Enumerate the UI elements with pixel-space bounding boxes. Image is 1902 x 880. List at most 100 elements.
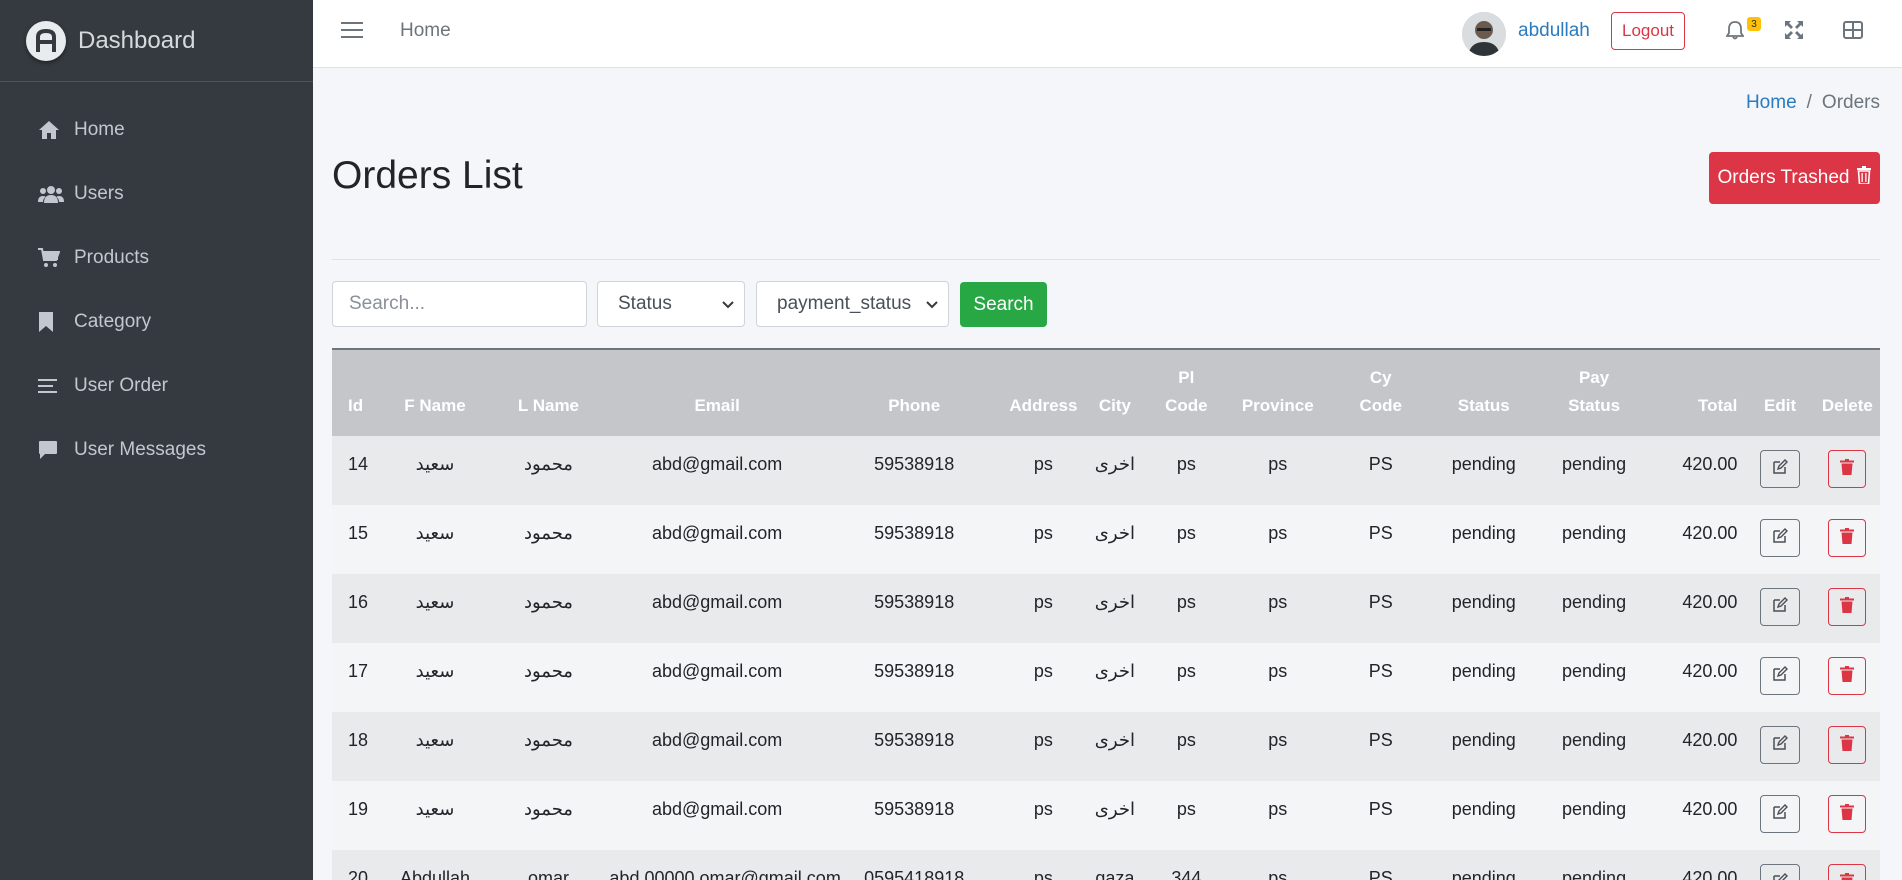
table-cell: محمود — [523, 454, 573, 474]
brand[interactable]: Dashboard — [0, 0, 313, 82]
table-cell: pending — [1562, 592, 1627, 612]
table-cell: 59538918 — [874, 454, 955, 474]
table-cell: محمود — [523, 523, 573, 543]
table-row: 18 سعيد محمود abd@gmail.com 59538918 ps اخرى ps… — [332, 712, 1880, 781]
edit-button[interactable] — [1760, 588, 1801, 626]
edit-button[interactable] — [1760, 795, 1801, 833]
table-cell: ps — [1033, 730, 1053, 750]
delete-button[interactable] — [1828, 795, 1867, 833]
edit-cell — [1745, 712, 1814, 781]
table-header-row: Id F Name L Name Email Phone Address Cit… — [332, 350, 1880, 436]
col-header[interactable]: Pl Code — [1146, 350, 1226, 436]
table-cell: محمود — [523, 592, 573, 612]
breadcrumb: Home / Orders — [1746, 92, 1880, 114]
delete-button[interactable] — [1828, 864, 1867, 880]
orders-table-wrapper: Id F Name L Name Email Phone Address Cit… — [332, 348, 1880, 880]
sidebar-item-user-order[interactable]: User Order — [0, 354, 313, 418]
fullscreen-icon[interactable] — [1785, 21, 1803, 44]
delete-cell — [1815, 850, 1880, 880]
sidebar-item-label: Category — [74, 311, 152, 332]
table-cell: سعيد — [415, 523, 455, 543]
menu-toggle-icon[interactable] — [341, 22, 363, 42]
col-header[interactable]: Id — [332, 350, 382, 436]
delete-button[interactable] — [1828, 450, 1867, 488]
delete-button[interactable] — [1828, 588, 1867, 626]
table-cell: 420.00 — [1682, 454, 1738, 474]
sidebar-item-label: Home — [74, 119, 125, 140]
sidebar-item-label: Products — [74, 247, 149, 268]
avatar[interactable] — [1462, 12, 1506, 56]
trash-icon — [1840, 734, 1855, 756]
col-header[interactable]: Total — [1653, 350, 1745, 436]
edit-cell — [1745, 643, 1814, 712]
table-cell: ps — [1033, 661, 1053, 681]
table-cell: ps — [1268, 799, 1288, 819]
col-header[interactable]: Status — [1432, 350, 1535, 436]
edit-icon — [1772, 734, 1789, 756]
table-cell: اخرى — [1094, 454, 1135, 474]
delete-button[interactable] — [1828, 519, 1867, 557]
orders-trashed-button[interactable]: Orders Trashed — [1709, 152, 1880, 204]
table-cell: 59538918 — [874, 799, 955, 819]
search-button[interactable]: Search — [960, 282, 1047, 327]
edit-button[interactable] — [1760, 726, 1801, 764]
bell-icon[interactable] — [1725, 20, 1745, 45]
table-row: 15 سعيد محمود abd@gmail.com 59538918 ps اخرى ps… — [332, 505, 1880, 574]
col-header[interactable]: Address — [1004, 350, 1084, 436]
payment-status-select[interactable]: payment_status — [756, 281, 949, 327]
chevron-down-icon — [926, 293, 938, 315]
col-header[interactable]: Cy Code — [1329, 350, 1432, 436]
col-header[interactable]: Email — [609, 350, 824, 436]
status-select[interactable]: Status — [597, 281, 745, 327]
table-cell: 19 — [348, 799, 369, 819]
logout-button[interactable]: Logout — [1611, 12, 1685, 50]
table-cell: ps — [1176, 730, 1196, 750]
col-header[interactable]: Pay Status — [1535, 350, 1653, 436]
table-cell: سعيد — [415, 661, 455, 681]
col-header[interactable]: F Name — [382, 350, 487, 436]
list-icon — [38, 375, 64, 397]
trash-icon — [1840, 872, 1855, 880]
sidebar-item-users[interactable]: Users — [0, 162, 313, 226]
edit-button[interactable] — [1760, 450, 1801, 488]
table-cell: ps — [1268, 730, 1288, 750]
table-cell: PS — [1368, 799, 1393, 819]
sidebar-item-products[interactable]: Products — [0, 226, 313, 290]
table-cell: محمود — [523, 799, 573, 819]
table-cell: 344 — [1171, 868, 1202, 880]
col-header[interactable]: Province — [1226, 350, 1329, 436]
edit-icon — [1772, 596, 1789, 618]
username[interactable]: abdullah — [1518, 20, 1590, 42]
search-input[interactable] — [332, 281, 587, 327]
edit-button[interactable] — [1760, 864, 1801, 880]
edit-button[interactable] — [1760, 519, 1801, 557]
delete-button[interactable] — [1828, 657, 1867, 695]
table-cell: pending — [1451, 868, 1516, 880]
breadcrumb-home[interactable]: Home — [1746, 92, 1797, 113]
table-cell: سعيد — [415, 454, 455, 474]
delete-button[interactable] — [1828, 726, 1867, 764]
sidebar-item-category[interactable]: Category — [0, 290, 313, 354]
edit-cell — [1745, 505, 1814, 574]
table-cell: ps — [1176, 799, 1196, 819]
control-sidebar-icon[interactable] — [1843, 21, 1863, 44]
col-header[interactable]: L Name — [488, 350, 610, 436]
col-header[interactable]: City — [1083, 350, 1146, 436]
table-cell: pending — [1562, 799, 1627, 819]
delete-cell — [1815, 643, 1880, 712]
page-title: Orders List — [332, 154, 523, 197]
col-header[interactable]: Phone — [825, 350, 1004, 436]
table-cell: ps — [1268, 454, 1288, 474]
table-cell: abd@gmail.com — [651, 730, 783, 750]
sidebar-item-home[interactable]: Home — [0, 98, 313, 162]
sidebar-item-user-messages[interactable]: User Messages — [0, 418, 313, 482]
top-home-link[interactable]: Home — [400, 20, 451, 42]
edit-cell — [1745, 436, 1814, 505]
table-cell: سعيد — [415, 592, 455, 612]
table-cell: 0595418918 — [864, 868, 965, 880]
table-cell: ps — [1033, 523, 1053, 543]
edit-button[interactable] — [1760, 657, 1801, 695]
table-cell: 59538918 — [874, 523, 955, 543]
delete-cell — [1815, 781, 1880, 850]
table-cell: abd@gmail.com — [651, 799, 783, 819]
